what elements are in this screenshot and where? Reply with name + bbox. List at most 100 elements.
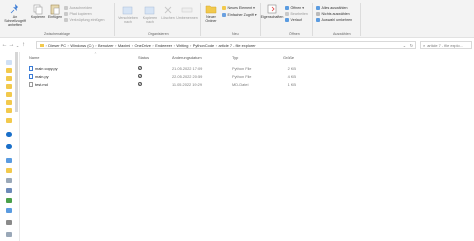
chevron-down-icon[interactable]: ⌄ [403, 43, 406, 48]
column-header-name[interactable]: Name [29, 55, 39, 60]
rename-button[interactable]: Umbenennen [176, 4, 198, 20]
breadcrumb-benutzer[interactable]: Benutzer [98, 43, 114, 48]
dropdown-arrow-icon: ▾ [302, 6, 305, 10]
address-row: ← → ⌄ ↑ › Dieser PC › Windows (C:) › Ben… [0, 39, 474, 51]
column-header-date[interactable]: Änderungsdatum [172, 55, 202, 60]
breadcrumb-folder[interactable]: Endeeeer [155, 43, 172, 48]
path-icon [64, 12, 68, 16]
pin-icon [10, 4, 18, 14]
history-button[interactable]: Verlauf [285, 18, 302, 22]
search-input[interactable]: ⌕ article 7 - file explo... [420, 41, 472, 49]
pin-quick-access-button[interactable]: An Schnellzugriff anheften [2, 3, 28, 27]
column-header-status[interactable]: Status [138, 55, 149, 60]
properties-button[interactable]: Eigenschaften [261, 3, 283, 19]
copy-to-button[interactable]: Kopieren nach [139, 4, 161, 24]
easy-access-button[interactable]: Einfacher Zugriff ▾ [222, 13, 257, 17]
select-all-button[interactable]: Alles auswählen [316, 6, 347, 10]
breadcrumb-onedrive[interactable]: OneDrive [134, 43, 150, 48]
folder-icon [40, 43, 44, 47]
folder-icon[interactable] [6, 76, 12, 81]
folder-icon[interactable] [6, 68, 12, 73]
column-header-size[interactable]: Größe [283, 55, 294, 60]
copy-button[interactable]: Kopieren [31, 3, 45, 19]
breadcrumb-this-pc[interactable]: Dieser PC [48, 43, 66, 48]
search-icon: ⌕ [423, 42, 426, 48]
ribbon-divider [312, 3, 313, 36]
onedrive-icon[interactable] [6, 144, 12, 149]
folder-icon[interactable] [6, 84, 12, 89]
paste-icon [50, 4, 60, 15]
file-row[interactable]: main.py ✓ 22.05.2022 20:59 Python File 4… [21, 73, 474, 80]
move-to-button[interactable]: Verschieben nach [117, 4, 139, 24]
breadcrumb-windows-c[interactable]: Windows (C:) [70, 43, 93, 48]
invert-selection-button[interactable]: Auswahl umkehren [316, 18, 352, 22]
dropdown-arrow-icon: ▾ [254, 13, 257, 17]
chevron-right-icon: › [95, 42, 97, 48]
new-folder-button[interactable]: Neuer Ordner [203, 3, 219, 23]
edit-icon [285, 12, 289, 16]
new-item-button[interactable]: Neues Element ▾ [222, 6, 255, 10]
file-row[interactable]: test.md ✓ 11.05.2022 19:29 MD-Datei 1 KB [21, 81, 474, 88]
group-new-label: Neu [232, 32, 239, 36]
file-row[interactable]: main copy.py ✓ 21.05.2022 17:09 Python F… [21, 65, 474, 72]
ribbon-divider [200, 3, 201, 36]
breadcrumb-current[interactable]: article 7 - file explorer [218, 43, 255, 48]
network-icon[interactable] [6, 220, 12, 225]
onedrive-icon[interactable] [6, 132, 12, 137]
drive-icon[interactable] [6, 232, 12, 237]
breadcrumb-pythoncode[interactable]: PythonCode [193, 43, 214, 48]
folder-icon[interactable] [6, 92, 12, 97]
breadcrumb-user[interactable]: Maximi [118, 43, 130, 48]
folder-icon[interactable] [6, 168, 12, 173]
sort-arrow-icon: ⌃ [94, 52, 98, 56]
new-folder-icon [205, 5, 217, 14]
address-bar[interactable]: › Dieser PC › Windows (C:) › Benutzer › … [36, 41, 416, 49]
paste-shortcut-button[interactable]: Verknüpfung einfügen [64, 18, 104, 22]
group-select-label: Auswählen [333, 32, 351, 36]
properties-icon [267, 4, 277, 14]
chevron-right-icon: › [115, 42, 117, 48]
nav-scrollbar[interactable] [15, 52, 18, 112]
this-pc-icon[interactable] [6, 158, 12, 163]
delete-button[interactable]: Löschen [161, 4, 175, 20]
chevron-right-icon: › [131, 42, 133, 48]
folder-icon[interactable] [6, 178, 12, 183]
back-button[interactable]: ← [1, 40, 8, 50]
rename-icon [181, 7, 193, 13]
forward-button[interactable]: → [8, 40, 15, 50]
chevron-right-icon: › [45, 42, 47, 48]
breadcrumb-writing[interactable]: Writing [176, 43, 188, 48]
file-size: 4 KB [287, 74, 296, 79]
folder-icon[interactable] [6, 208, 12, 213]
paste-button[interactable]: Einfügen [48, 3, 62, 19]
copy-icon [33, 4, 43, 15]
new-item-icon [222, 6, 226, 10]
file-type: Python File [232, 74, 252, 79]
ribbon-divider [360, 3, 361, 36]
cut-button[interactable]: Ausschneiden [64, 6, 92, 10]
file-list: ⌃ Name Status Änderungsdatum Typ Größe m… [21, 52, 474, 241]
ribbon-divider [260, 3, 261, 36]
open-button[interactable]: Öffnen ▾ [285, 6, 304, 10]
folder-icon[interactable] [6, 108, 12, 113]
chevron-right-icon: › [173, 42, 175, 48]
up-button[interactable]: ↑ [20, 40, 27, 50]
quick-access-icon[interactable] [6, 60, 12, 65]
edit-button[interactable]: Bearbeiten [285, 12, 308, 16]
shortcut-icon [64, 18, 68, 22]
folder-icon[interactable] [6, 118, 12, 123]
folder-icon[interactable] [6, 100, 12, 105]
group-clipboard-label: Zwischenablage [44, 32, 70, 36]
select-none-button[interactable]: Nichts auswählen [316, 12, 350, 16]
folder-icon[interactable] [6, 188, 12, 193]
folder-icon[interactable] [6, 198, 12, 203]
copy-path-button[interactable]: Pfad kopieren [64, 12, 92, 16]
group-organize-label: Organisieren [148, 32, 169, 36]
refresh-icon[interactable]: ↻ [410, 43, 413, 48]
synced-status-icon: ✓ [138, 73, 143, 78]
chevron-right-icon: › [67, 42, 69, 48]
md-file-icon [29, 81, 33, 87]
column-header-type[interactable]: Typ [232, 55, 238, 60]
chevron-right-icon: › [152, 42, 154, 48]
chevron-right-icon: › [215, 42, 217, 48]
